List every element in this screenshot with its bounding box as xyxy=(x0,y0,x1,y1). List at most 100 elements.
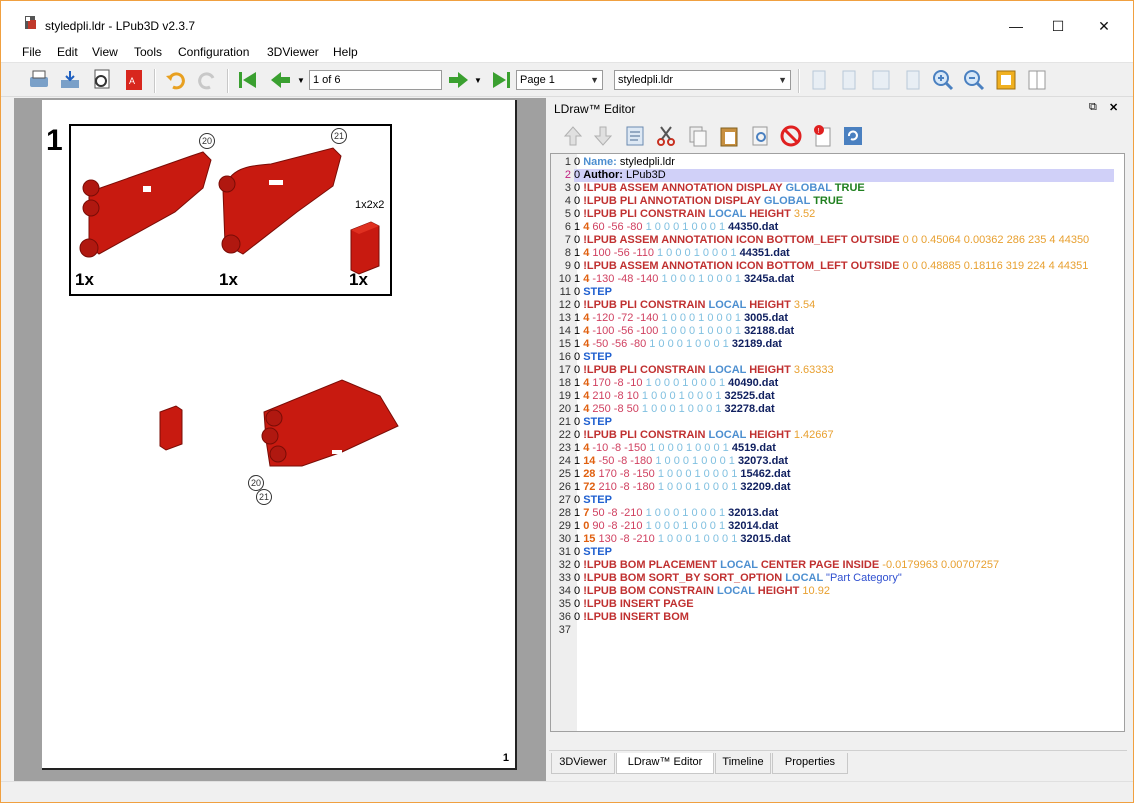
code-line[interactable]: 10 1 4 -130 -48 -140 1 0 0 0 1 0 0 0 1 32… xyxy=(551,273,1124,286)
menu-view[interactable]: View xyxy=(92,45,118,59)
page-view[interactable]: 1 20 21 1x2x2 1x 1x 1x 20 21 1 xyxy=(14,98,546,781)
code-line[interactable]: 40 !LPUB PLI ANNOTATION DISPLAY GLOBAL T… xyxy=(551,195,1124,208)
previous-page-icon[interactable] xyxy=(269,68,293,92)
actual-size-icon[interactable] xyxy=(901,68,925,92)
code-line[interactable]: 15 1 4 -50 -56 -80 1 0 0 0 1 0 0 0 1 3218… xyxy=(551,338,1124,351)
page-layout-icon[interactable] xyxy=(1025,68,1049,92)
code-line[interactable]: 11 0 STEP xyxy=(551,286,1124,299)
code-line[interactable]: 24 1 14 -50 -8 -180 1 0 0 0 1 0 0 0 1 320… xyxy=(551,455,1124,468)
code-line[interactable]: 23 1 4 -10 -8 -150 1 0 0 0 1 0 0 0 1 4519… xyxy=(551,442,1124,455)
fit-scene-icon[interactable] xyxy=(869,68,893,92)
code-line[interactable]: 16 0 STEP xyxy=(551,351,1124,364)
parts-list-box[interactable]: 20 21 1x2x2 1x 1x 1x xyxy=(69,124,392,296)
code-line[interactable]: 30 !LPUB ASSEM ANNOTATION DISPLAY GLOBAL… xyxy=(551,182,1124,195)
code-line[interactable]: 30 1 15 130 -8 -210 1 0 0 0 1 0 0 0 1 320… xyxy=(551,533,1124,546)
code-line[interactable]: 61 4 60 -56 -80 1 0 0 0 1 0 0 0 1 44350.… xyxy=(551,221,1124,234)
code-line[interactable]: 14 1 4 -100 -56 -100 1 0 0 0 1 0 0 0 1 32… xyxy=(551,325,1124,338)
fit-visible-icon[interactable] xyxy=(837,68,861,92)
line-text: 0 !LPUB INSERT PAGE xyxy=(574,598,694,610)
code-line[interactable]: 20 1 4 250 -8 50 1 0 0 0 1 0 0 0 1 32278.… xyxy=(551,403,1124,416)
code-line[interactable]: 34 0 !LPUB BOM CONSTRAIN LOCAL HEIGHT 10.… xyxy=(551,585,1124,598)
maximize-button[interactable]: ☐ xyxy=(1035,11,1081,41)
chevron-down-icon[interactable]: ▼ xyxy=(474,76,482,85)
menu-edit[interactable]: Edit xyxy=(57,45,78,59)
stop-icon[interactable] xyxy=(779,124,803,148)
redo-icon[interactable] xyxy=(195,68,219,92)
zoom-in-icon[interactable] xyxy=(931,68,955,92)
code-token: 0 xyxy=(574,286,584,298)
code-line[interactable]: 10 Name: styledpli.ldr xyxy=(551,156,1124,169)
page-select[interactable]: Page 1 ▼ xyxy=(516,70,603,90)
menu-3dviewer[interactable]: 3DViewer xyxy=(267,45,319,59)
code-line[interactable]: 35 0 !LPUB INSERT PAGE xyxy=(551,598,1124,611)
code-token: 0 xyxy=(574,598,584,610)
code-line[interactable]: 36 0 !LPUB INSERT BOM xyxy=(551,611,1124,624)
menu-tools[interactable]: Tools xyxy=(134,45,162,59)
toolbar-separator xyxy=(227,69,229,93)
next-page-icon[interactable] xyxy=(446,68,470,92)
code-line[interactable]: 18 1 4 170 -8 -10 1 0 0 0 1 0 0 0 1 40490… xyxy=(551,377,1124,390)
copy-icon[interactable] xyxy=(686,124,710,148)
code-line[interactable]: 27 0 STEP xyxy=(551,494,1124,507)
menu-help[interactable]: Help xyxy=(333,45,358,59)
code-token: 14 xyxy=(583,455,599,467)
new-file-warning-icon[interactable]: ! xyxy=(811,124,835,148)
menu-file[interactable]: File xyxy=(22,45,41,59)
code-line[interactable]: 19 1 4 210 -8 10 1 0 0 0 1 0 0 0 1 32525.… xyxy=(551,390,1124,403)
undo-icon[interactable] xyxy=(164,68,188,92)
toolbar-separator xyxy=(798,69,800,93)
float-icon[interactable]: ⧉ xyxy=(1089,101,1097,114)
last-page-icon[interactable] xyxy=(489,68,513,92)
arrow-down-icon[interactable] xyxy=(591,124,615,148)
code-line[interactable]: 81 4 100 -56 -110 1 0 0 0 1 0 0 0 1 4435… xyxy=(551,247,1124,260)
code-line[interactable]: 32 0 !LPUB BOM PLACEMENT LOCAL CENTER PAG… xyxy=(551,559,1124,572)
ruler-icon[interactable] xyxy=(994,68,1018,92)
file-select[interactable]: styledpli.ldr ▼ xyxy=(614,70,791,90)
first-page-icon[interactable] xyxy=(236,68,260,92)
code-editor[interactable]: 10 Name: styledpli.ldr 2 0 Author: LPub3D 3… xyxy=(550,153,1125,732)
code-line[interactable]: 26 1 72 210 -8 -180 1 0 0 0 1 0 0 0 1 322… xyxy=(551,481,1124,494)
code-line[interactable]: 70 !LPUB ASSEM ANNOTATION ICON BOTTOM_LE… xyxy=(551,234,1124,247)
code-token: 4 xyxy=(583,312,593,324)
minimize-button[interactable]: — xyxy=(993,11,1039,41)
code-line[interactable]: 21 0 STEP xyxy=(551,416,1124,429)
refresh-icon[interactable] xyxy=(841,124,865,148)
code-line[interactable]: 29 1 0 90 -8 -210 1 0 0 0 1 0 0 0 1 32014… xyxy=(551,520,1124,533)
line-text: 1 4 210 -8 10 1 0 0 0 1 0 0 0 1 32525.da… xyxy=(574,390,775,402)
code-line[interactable]: 12 0 !LPUB PLI CONSTRAIN LOCAL HEIGHT 3.5… xyxy=(551,299,1124,312)
tab-properties[interactable]: Properties xyxy=(772,753,848,774)
export-icon[interactable] xyxy=(58,68,82,92)
find-icon[interactable] xyxy=(749,124,773,148)
code-line[interactable]: 28 1 7 50 -8 -210 1 0 0 0 1 0 0 0 1 32013… xyxy=(551,507,1124,520)
close-button[interactable]: ✕ xyxy=(1081,11,1127,41)
code-line[interactable]: 33 0 !LPUB BOM SORT_BY SORT_OPTION LOCAL … xyxy=(551,572,1124,585)
tab-3dviewer[interactable]: 3DViewer xyxy=(551,753,615,774)
tab-ldraw-editor[interactable]: LDraw™ Editor xyxy=(616,753,714,774)
code-line[interactable]: 22 0 !LPUB PLI CONSTRAIN LOCAL HEIGHT 1.4… xyxy=(551,429,1124,442)
arrow-up-icon[interactable] xyxy=(561,124,585,148)
document-icon[interactable] xyxy=(623,124,647,148)
line-number: 7 xyxy=(564,234,571,246)
paste-icon[interactable] xyxy=(717,124,741,148)
code-line[interactable]: 13 1 4 -120 -72 -140 1 0 0 0 1 0 0 0 1 30… xyxy=(551,312,1124,325)
assembly-image xyxy=(159,379,399,467)
print-preview-icon[interactable] xyxy=(91,68,115,92)
code-line[interactable]: 37 xyxy=(551,624,1124,637)
code-line[interactable]: 90 !LPUB ASSEM ANNOTATION ICON BOTTOM_LE… xyxy=(551,260,1124,273)
code-line[interactable]: 25 1 28 170 -8 -150 1 0 0 0 1 0 0 0 1 154… xyxy=(551,468,1124,481)
code-line[interactable]: 17 0 !LPUB PLI CONSTRAIN LOCAL HEIGHT 3.6… xyxy=(551,364,1124,377)
fit-width-icon[interactable] xyxy=(807,68,831,92)
chevron-down-icon[interactable]: ▼ xyxy=(297,76,305,85)
close-icon[interactable]: ✕ xyxy=(1109,101,1118,114)
code-line[interactable]: 31 0 STEP xyxy=(551,546,1124,559)
code-line[interactable]: 20 Author: LPub3D xyxy=(551,169,1124,182)
menu-configuration[interactable]: Configuration xyxy=(178,45,249,59)
zoom-out-icon[interactable] xyxy=(962,68,986,92)
print-icon[interactable] xyxy=(27,68,51,92)
pdf-icon[interactable]: A xyxy=(122,68,146,92)
page-number-field[interactable]: 1 of 6 xyxy=(309,70,442,90)
cut-icon[interactable] xyxy=(654,124,678,148)
code-token: HEIGHT xyxy=(749,364,794,376)
tab-timeline[interactable]: Timeline xyxy=(715,753,771,774)
code-line[interactable]: 50 !LPUB PLI CONSTRAIN LOCAL HEIGHT 3.52 xyxy=(551,208,1124,221)
